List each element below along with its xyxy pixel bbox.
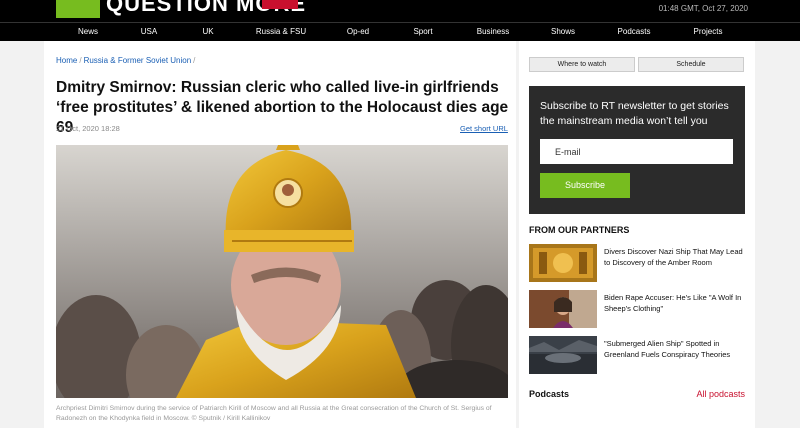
partner-item[interactable]: Divers Discover Nazi Ship That May Lead … [529,244,749,282]
nav-item-business[interactable]: Business [477,27,509,36]
schedule-button[interactable]: Schedule [638,57,744,72]
partner-title: "Submerged Alien Ship" Spotted in Greenl… [604,339,731,359]
partner-thumbnail [529,244,597,282]
amber-room-thumbnail [529,244,597,282]
main-nav: News USA UK Russia & FSU Op-ed Sport Bus… [0,22,800,41]
rt-logo[interactable] [56,0,100,18]
partner-item[interactable]: "Submerged Alien Ship" Spotted in Greenl… [529,336,749,374]
article-column: Home / Russia & Former Soviet Union / Dmitr… [44,41,516,428]
where-to-watch-button[interactable]: Where to watch [529,57,635,72]
podcasts-heading: Podcasts [529,389,570,399]
nav-item-russia-fsu[interactable]: Russia & FSU [256,27,306,36]
header-red-block [262,0,298,9]
current-datetime: 01:48 GMT, Oct 27, 2020 [658,4,748,13]
article-date: 21 Oct, 2020 18:28 [56,124,120,133]
get-short-url-link[interactable]: Get short URL [460,124,508,133]
breadcrumb-separator: / [79,56,82,65]
all-podcasts-link[interactable]: All podcasts [696,389,745,399]
nav-item-usa[interactable]: USA [141,27,157,36]
nav-item-sport[interactable]: Sport [413,27,432,36]
partner-item[interactable]: Biden Rape Accuser: He's Like "A Wolf In… [529,290,749,328]
article-photo [56,145,508,398]
breadcrumb-separator: / [193,56,196,65]
sidebar: Where to watch Schedule Subscribe to RT … [519,41,755,428]
partners-heading: FROM OUR PARTNERS [529,225,630,235]
breadcrumb-section[interactable]: Russia & Former Soviet Union [84,56,192,65]
nav-item-projects[interactable]: Projects [694,27,723,36]
cleric-photo-illustration [56,145,508,398]
nav-item-op-ed[interactable]: Op-ed [347,27,369,36]
newsletter-text: Subscribe to RT newsletter to get storie… [540,100,729,127]
photo-caption: Archpriest Dimitri Smirnov during the se… [56,405,492,422]
partner-thumbnail [529,290,597,328]
partner-thumbnail [529,336,597,374]
nav-item-podcasts[interactable]: Podcasts [618,27,651,36]
email-field[interactable] [540,139,733,164]
partner-title: Biden Rape Accuser: He's Like "A Wolf In… [604,293,742,313]
nav-item-shows[interactable]: Shows [551,27,575,36]
top-header: QUESTION MORE 01:48 GMT, Oct 27, 2020 [0,0,800,22]
subscribe-button[interactable]: Subscribe [540,173,630,198]
breadcrumb: Home / Russia & Former Soviet Union / [56,56,197,65]
breadcrumb-home[interactable]: Home [56,56,77,65]
nav-item-uk[interactable]: UK [202,27,213,36]
greenland-thumbnail [529,336,597,374]
article-headline: Dmitry Smirnov: Russian cleric who calle… [56,79,509,136]
newsletter-box: Subscribe to RT newsletter to get storie… [529,86,745,214]
partner-title: Divers Discover Nazi Ship That May Lead … [604,247,743,267]
nav-item-news[interactable]: News [78,27,98,36]
interview-thumbnail [529,290,597,328]
